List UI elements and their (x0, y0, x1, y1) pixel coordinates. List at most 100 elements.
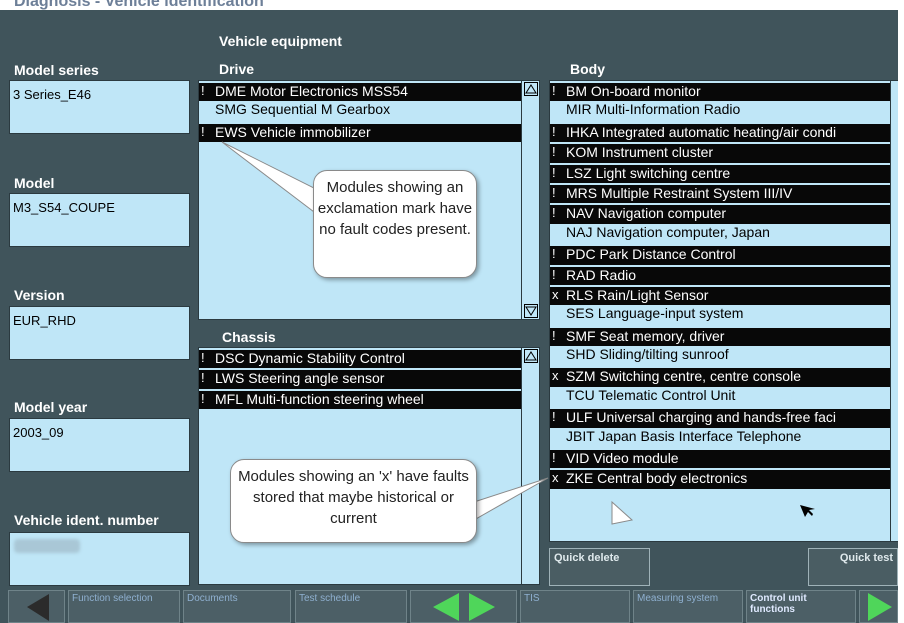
module-label: VID Video module (566, 450, 679, 467)
no-fault-mark: ! (552, 327, 556, 343)
model-year-value: 2003_09 (13, 425, 64, 440)
module-label: SMG Sequential M Gearbox (215, 101, 391, 118)
list-item[interactable]: SES Language-input system (550, 305, 890, 325)
list-item[interactable]: SMG Sequential M Gearbox (199, 101, 521, 121)
body-list[interactable]: ! BM On-board monitor MIR Multi-Informatio… (549, 80, 899, 542)
model-label: Model (14, 175, 55, 191)
chassis-scrollbar[interactable] (521, 348, 539, 584)
module-label: SMF Seat memory, driver (566, 327, 725, 344)
list-item[interactable]: x RLS Rain/Light Sensor (550, 286, 890, 306)
fault-mark: x (552, 368, 559, 384)
model-value: M3_S54_COUPE (13, 200, 115, 215)
list-item[interactable]: x SZM Switching centre, centre console (550, 368, 890, 387)
list-item[interactable]: TCU Telematic Control Unit (550, 387, 890, 407)
module-label: MRS Multiple Restraint System III/IV (566, 184, 793, 201)
chassis-title: Chassis (222, 329, 276, 345)
no-fault-mark: ! (552, 164, 556, 180)
drive-scrollbar[interactable] (521, 81, 539, 319)
scroll-down-icon[interactable] (524, 304, 538, 318)
function-selection-button[interactable]: Function selection (68, 590, 180, 623)
list-item[interactable]: ! VID Video module (550, 450, 890, 469)
list-item[interactable]: NAJ Navigation computer, Japan (550, 224, 890, 244)
fault-mark: x (552, 286, 559, 302)
tis-button[interactable]: TIS (520, 590, 630, 623)
list-item[interactable]: ! ULF Universal charging and hands-free f… (550, 409, 890, 428)
vin-blurred-value (14, 539, 80, 553)
control-unit-functions-button[interactable]: Control unit functions (746, 590, 856, 623)
list-item[interactable]: ! EWS Vehicle immobilizer (199, 123, 521, 143)
callout-exclamation-text: Modules showing an exclamation mark have… (317, 179, 473, 238)
list-item[interactable]: ! SMF Seat memory, driver (550, 327, 890, 347)
module-label: NAJ Navigation computer, Japan (566, 223, 770, 240)
vin-field (9, 532, 190, 586)
list-item[interactable]: ! BM On-board monitor (550, 83, 890, 102)
scroll-up-icon[interactable] (524, 82, 538, 96)
no-fault-mark: ! (552, 144, 556, 160)
module-label: SES Language-input system (566, 305, 744, 322)
version-field: EUR_RHD (9, 306, 190, 360)
no-fault-mark: ! (552, 83, 556, 98)
page-arrows-button[interactable] (410, 590, 517, 623)
measuring-system-button[interactable]: Measuring system (633, 590, 743, 623)
no-fault-mark: ! (201, 350, 205, 365)
list-item[interactable]: ! DME Motor Electronics MSS54 (199, 83, 521, 102)
no-fault-mark: ! (552, 450, 556, 466)
back-button[interactable] (8, 590, 65, 623)
equipment-title: Vehicle equipment (219, 33, 342, 49)
list-item[interactable]: ! NAV Navigation computer (550, 205, 890, 224)
list-item[interactable]: ! LWS Steering angle sensor (199, 370, 521, 389)
module-label: KOM Instrument cluster (566, 144, 714, 161)
model-series-value: 3 Series_E46 (13, 87, 92, 102)
scroll-up-icon[interactable] (524, 349, 538, 363)
module-label: ULF Universal charging and hands-free fa… (566, 409, 837, 426)
list-item[interactable]: ! KOM Instrument cluster (550, 144, 890, 163)
callout-x: Modules showing an 'x' have faults store… (230, 459, 477, 543)
module-label: IHKA Integrated automatic heating/air co… (566, 123, 837, 140)
module-label: MIR Multi-Information Radio (566, 101, 741, 118)
no-fault-mark: ! (552, 184, 556, 200)
vin-label: Vehicle ident. number (14, 512, 159, 528)
module-label: EWS Vehicle immobilizer (215, 123, 371, 140)
forward-arrow-icon (868, 593, 892, 621)
module-label: SHD Sliding/tilting sunroof (566, 346, 729, 363)
model-year-label: Model year (14, 399, 88, 415)
list-item[interactable]: ! DSC Dynamic Stability Control (199, 350, 521, 369)
module-label: DME Motor Electronics MSS54 (215, 83, 408, 99)
module-label: SZM Switching centre, centre console (566, 368, 801, 385)
list-item[interactable]: ! PDC Park Distance Control (550, 246, 890, 265)
module-label: DSC Dynamic Stability Control (215, 350, 405, 366)
model-series-label: Model series (14, 62, 99, 78)
list-item[interactable]: ! MRS Multiple Restraint System III/IV (550, 184, 890, 204)
list-item[interactable]: MIR Multi-Information Radio (550, 101, 890, 121)
quick-delete-button[interactable]: Quick delete (549, 548, 650, 586)
module-label: LSZ Light switching centre (566, 164, 731, 181)
no-fault-mark: ! (552, 123, 556, 139)
list-item[interactable]: SHD Sliding/tilting sunroof (550, 346, 890, 366)
no-fault-mark: ! (552, 409, 556, 425)
forward-button[interactable] (859, 590, 898, 623)
back-arrow-icon (27, 594, 49, 621)
list-item[interactable]: ! IHKA Integrated automatic heating/air c… (550, 123, 890, 143)
module-label: RAD Radio (566, 266, 637, 283)
module-label: PDC Park Distance Control (566, 246, 736, 263)
module-label: LWS Steering angle sensor (215, 370, 385, 387)
green-page-arrows-icon (433, 593, 495, 621)
list-item[interactable]: x ZKE Central body electronics (550, 470, 890, 489)
quick-test-button[interactable]: Quick test (808, 548, 898, 586)
no-fault-mark: ! (552, 205, 556, 221)
no-fault-mark: ! (201, 123, 205, 139)
list-item[interactable]: JBIT Japan Basis Interface Telephone (550, 428, 890, 448)
module-label: MFL Multi-function steering wheel (215, 390, 424, 407)
version-label: Version (14, 287, 65, 303)
module-label: BM On-board monitor (566, 83, 701, 99)
module-label: ZKE Central body electronics (566, 470, 748, 487)
list-item[interactable]: ! MFL Multi-function steering wheel (199, 390, 521, 410)
model-year-field: 2003_09 (9, 418, 190, 472)
list-item[interactable]: ! RAD Radio (550, 266, 890, 285)
callout-x-text: Modules showing an 'x' have faults store… (238, 468, 469, 527)
list-item[interactable]: ! LSZ Light switching centre (550, 164, 890, 183)
model-series-field: 3 Series_E46 (9, 80, 190, 134)
documents-button[interactable]: Documents (183, 590, 291, 623)
no-fault-mark: ! (552, 266, 556, 282)
test-schedule-button[interactable]: Test schedule (295, 590, 407, 623)
